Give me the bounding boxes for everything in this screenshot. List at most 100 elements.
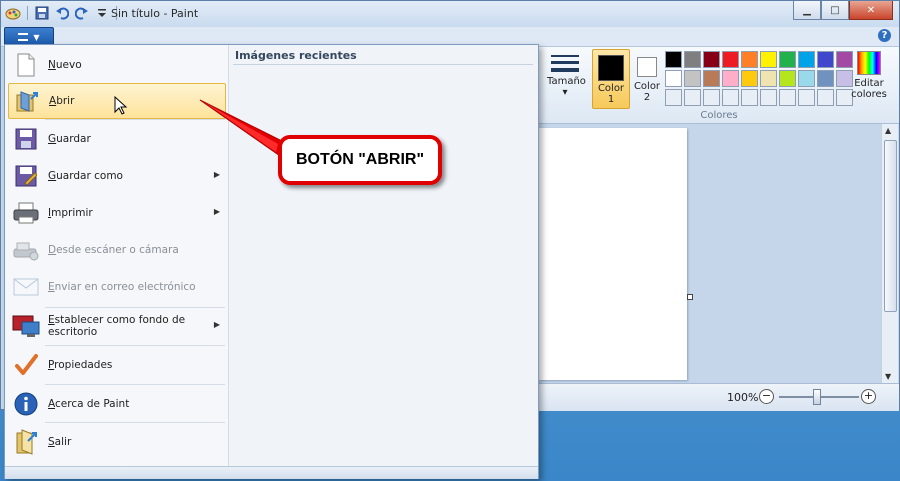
menu-item-label: Propiedades [48, 359, 113, 371]
palette-color-swatch[interactable] [760, 51, 777, 68]
menu-icon [18, 33, 29, 41]
scrollbar-thumb[interactable] [884, 140, 897, 312]
palette-color-swatch[interactable] [722, 51, 739, 68]
save-as-icon [12, 162, 40, 190]
color2-button[interactable]: Color 2 [632, 49, 662, 107]
palette-color-swatch[interactable] [817, 51, 834, 68]
color2-swatch [637, 57, 657, 77]
palette-color-swatch[interactable] [684, 51, 701, 68]
palette-color-swatch[interactable] [817, 89, 834, 106]
customize-toolbar-icon[interactable] [94, 5, 110, 21]
mouse-cursor-icon [114, 96, 128, 115]
open-folder-icon [13, 87, 41, 115]
palette-color-swatch[interactable] [703, 89, 720, 106]
submenu-arrow-icon: ▶ [213, 170, 220, 179]
palette-color-swatch[interactable] [760, 89, 777, 106]
palette-color-swatch[interactable] [665, 51, 682, 68]
divider [233, 64, 533, 65]
menu-item-nuevo[interactable]: Nuevo [8, 47, 226, 83]
minimize-button[interactable]: ▁ [793, 1, 821, 20]
menu-separator [45, 345, 225, 346]
color2-label: Color 2 [633, 81, 661, 103]
exit-icon [12, 428, 40, 456]
color-spectrum-icon [857, 51, 881, 75]
menu-item-propiedades[interactable]: Propiedades [8, 347, 226, 383]
menu-item-label: Enviar en correo electrónico [48, 281, 196, 293]
undo-icon[interactable] [54, 5, 70, 21]
help-icon[interactable]: ? [878, 29, 891, 42]
vertical-scrollbar[interactable]: ▲ ▼ [881, 124, 898, 383]
palette-color-swatch[interactable] [798, 51, 815, 68]
menu-item-label: Guardar [48, 133, 91, 145]
new-document-icon [12, 51, 40, 79]
palette-color-swatch[interactable] [665, 70, 682, 87]
palette-color-swatch[interactable] [741, 51, 758, 68]
menu-item-label: Establecer como fondo de escritorio [48, 314, 186, 338]
canvas-workspace [539, 124, 881, 383]
scanner-icon [12, 236, 40, 264]
size-lines-icon [547, 55, 583, 72]
menu-item-label: Nuevo [48, 59, 82, 71]
paint-app-icon[interactable] [5, 5, 21, 21]
callout-label: BOTÓN "ABRIR" [278, 135, 442, 185]
menu-item-imprimir[interactable]: Imprimir ▶ [8, 195, 226, 231]
scroll-up-icon[interactable]: ▲ [885, 126, 891, 135]
size-label: Tamaño [547, 76, 586, 87]
title-bar: Sin título - Paint ▁ □ ✕ [1, 1, 899, 27]
checkmark-icon [12, 351, 40, 379]
redo-icon[interactable] [74, 5, 90, 21]
palette-color-swatch[interactable] [798, 70, 815, 87]
zoom-in-button[interactable]: + [861, 389, 876, 404]
palette-color-swatch[interactable] [779, 89, 796, 106]
palette-color-swatch[interactable] [665, 89, 682, 106]
menu-item-label: Desde escáner o cámara [48, 244, 179, 256]
colors-group-label: Colores [700, 110, 738, 121]
menu-item-enviar-en-correo-electrónico[interactable]: Enviar en correo electrónico [8, 269, 226, 305]
palette-color-swatch[interactable] [684, 70, 701, 87]
menu-item-label: Imprimir [48, 207, 93, 219]
palette-color-swatch[interactable] [722, 89, 739, 106]
close-button[interactable]: ✕ [849, 1, 893, 20]
palette-color-swatch[interactable] [779, 70, 796, 87]
maximize-button[interactable]: □ [821, 1, 849, 20]
menu-footer [5, 466, 538, 479]
email-icon [12, 273, 40, 301]
save-disk-icon [12, 125, 40, 153]
menu-item-desde-escáner-o-cámara[interactable]: Desde escáner o cámara [8, 232, 226, 268]
menu-item-acerca-de-paint[interactable]: Acerca de Paint [8, 386, 226, 422]
palette-color-swatch[interactable] [741, 89, 758, 106]
color1-button[interactable]: Color 1 [592, 49, 630, 109]
quick-access-toolbar [5, 5, 119, 21]
drawing-canvas[interactable] [539, 128, 687, 380]
palette-color-swatch[interactable] [741, 70, 758, 87]
palette-color-swatch[interactable] [722, 70, 739, 87]
submenu-arrow-icon: ▶ [213, 320, 220, 329]
menu-item-salir[interactable]: Salir [8, 424, 226, 460]
palette-color-swatch[interactable] [703, 51, 720, 68]
menu-item-label: Abrir [49, 95, 75, 107]
save-icon[interactable] [34, 5, 50, 21]
palette-color-swatch[interactable] [817, 70, 834, 87]
status-bar: 100% − + [539, 383, 899, 411]
canvas-resize-handle[interactable] [687, 294, 693, 300]
scroll-down-icon[interactable]: ▼ [885, 372, 891, 381]
info-icon [12, 390, 40, 418]
palette-color-swatch[interactable] [703, 70, 720, 87]
menu-item-label: Acerca de Paint [48, 398, 130, 410]
chevron-down-icon: ▾ [562, 87, 568, 98]
palette-color-swatch[interactable] [684, 89, 701, 106]
edit-colors-label: Editar colores [851, 78, 887, 100]
recent-images-title: Imágenes recientes [235, 49, 357, 62]
edit-colors-button[interactable]: Editar colores [849, 51, 889, 100]
printer-icon [12, 199, 40, 227]
menu-item-establecer-como-fondo-de-escritorio[interactable]: Establecer como fondo de escritorio ▶ [8, 308, 226, 344]
chevron-down-icon: ▼ [33, 32, 40, 42]
menu-separator [45, 422, 225, 423]
palette-color-swatch[interactable] [760, 70, 777, 87]
zoom-slider-thumb[interactable] [813, 389, 821, 405]
menu-item-label: Salir [48, 436, 72, 448]
palette-color-swatch[interactable] [798, 89, 815, 106]
zoom-out-button[interactable]: − [759, 389, 774, 404]
palette-color-swatch[interactable] [779, 51, 796, 68]
size-button[interactable]: Tamaño ▾ [547, 53, 586, 98]
